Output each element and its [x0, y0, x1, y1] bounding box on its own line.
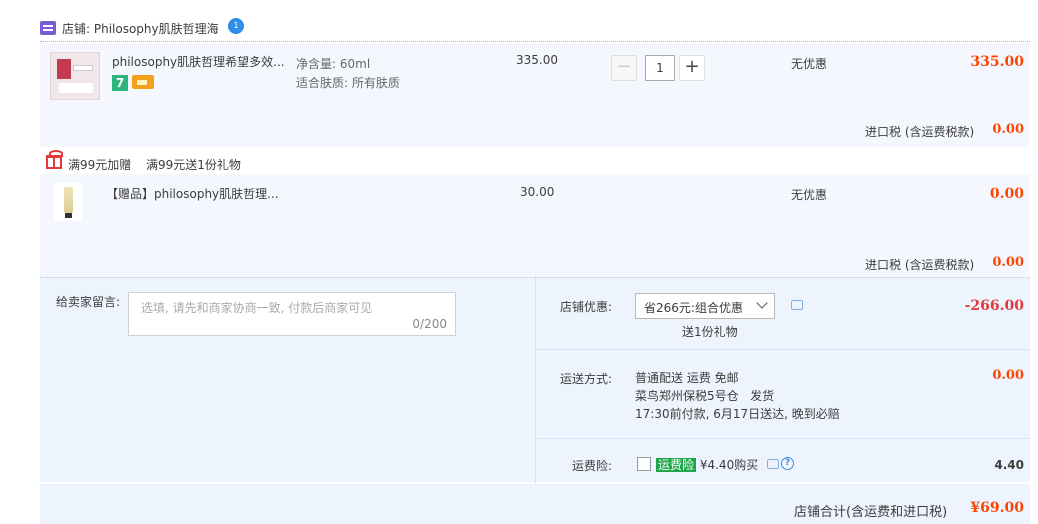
divider — [535, 278, 536, 483]
product-title[interactable]: philosophy肌肤哲理希望多效... — [112, 53, 285, 70]
total-label: 店铺合计(含运费和进口税) — [794, 505, 948, 520]
shop-discount-label: 店铺优惠: — [560, 300, 613, 314]
insurance-label: 运费险: — [572, 459, 613, 473]
product-title[interactable]: 【赠品】philosophy肌肤哲理... — [106, 185, 279, 202]
delivery-promise: 17:30前付款, 6月17日送达, 晚到必赔 — [635, 407, 840, 421]
gift-note: 送1份礼物 — [682, 325, 738, 339]
seven-day-return-icon: 7 — [112, 75, 128, 91]
memo-placeholder: 选填, 请先和商家协商一致, 付款后商家可见 — [141, 301, 373, 315]
shipping-value: 0.00 — [992, 368, 1024, 383]
product-thumbnail[interactable] — [50, 52, 100, 100]
message-icon[interactable] — [767, 459, 779, 469]
cart-item-row: 7 philosophy肌肤哲理希望多效... 净含量: 60ml 适合肤质: … — [40, 43, 1030, 147]
gift-promo-header: 满99元加赠 满99元送1份礼物 — [40, 148, 1030, 174]
shop-icon — [40, 21, 56, 35]
shop-header: 店铺: Philosophy肌肤哲理海 1 — [40, 14, 1030, 42]
warehouse-name: 菜鸟郑州保税5号仓 发货 — [635, 389, 775, 403]
shop-discount-value: -266.00 — [964, 298, 1024, 314]
increase-quantity-button[interactable]: + — [679, 55, 705, 81]
shipping-method: 普通配送 运费 免邮 — [635, 371, 739, 385]
item-subtotal: 335.00 — [970, 54, 1024, 70]
import-tax-label: 进口税 (含运费税款) — [865, 125, 975, 139]
cart-item-row: 【赠品】philosophy肌肤哲理... 30.00 无优惠 0.00 进口税… — [40, 174, 1030, 277]
import-tax-value: 0.00 — [992, 122, 1024, 137]
product-thumbnail[interactable] — [54, 183, 82, 221]
promo-label: 满99元加赠 — [68, 158, 132, 172]
memo-counter: 0/200 — [412, 317, 447, 331]
chat-wangwang-icon[interactable]: 1 — [228, 18, 244, 34]
quantity-input[interactable]: 1 — [645, 55, 675, 81]
decrease-quantity-button[interactable]: − — [611, 55, 637, 81]
promo-detail: 满99元送1份礼物 — [146, 158, 241, 172]
help-icon[interactable]: ? — [781, 457, 794, 470]
insurance-tag: 运费险 — [656, 458, 697, 472]
discount-text: 无优惠 — [791, 188, 828, 202]
gift-icon — [46, 150, 63, 169]
message-icon[interactable] — [791, 300, 803, 310]
shop-name[interactable]: 店铺: Philosophy肌肤哲理海 — [62, 20, 219, 37]
import-tax-label: 进口税 (含运费税款) — [865, 258, 975, 272]
order-options-panel: 给卖家留言: 选填, 请先和商家协商一致, 付款后商家可见 0/200 店铺优惠… — [40, 277, 1030, 483]
product-attr-skin: 适合肤质: 所有肤质 — [296, 76, 400, 90]
import-tax-value: 0.00 — [992, 255, 1024, 270]
shop-discount-select[interactable]: 省266元:组合优惠 — [635, 293, 775, 319]
total-value: ¥69.00 — [970, 500, 1024, 516]
shop-total-bar: 店铺合计(含运费和进口税) ¥69.00 — [40, 484, 1030, 524]
insurance-checkbox[interactable] — [637, 457, 651, 471]
unit-price: 335.00 — [516, 53, 558, 67]
product-attr-size: 净含量: 60ml — [296, 57, 371, 71]
item-subtotal: 0.00 — [989, 186, 1024, 202]
credit-card-icon — [132, 75, 154, 89]
insurance-value: 4.40 — [994, 458, 1024, 472]
memo-textarea[interactable]: 选填, 请先和商家协商一致, 付款后商家可见 0/200 — [128, 292, 456, 336]
select-value: 省266元:组合优惠 — [644, 301, 743, 315]
chevron-down-icon — [756, 297, 768, 309]
unit-price: 30.00 — [520, 185, 555, 199]
shipping-label: 运送方式: — [560, 372, 613, 386]
memo-label: 给卖家留言: — [56, 295, 121, 309]
divider — [536, 349, 1030, 350]
discount-text: 无优惠 — [791, 57, 828, 71]
insurance-offer: 运费险 ¥4.40购买 — [656, 458, 759, 472]
divider — [536, 438, 1030, 439]
